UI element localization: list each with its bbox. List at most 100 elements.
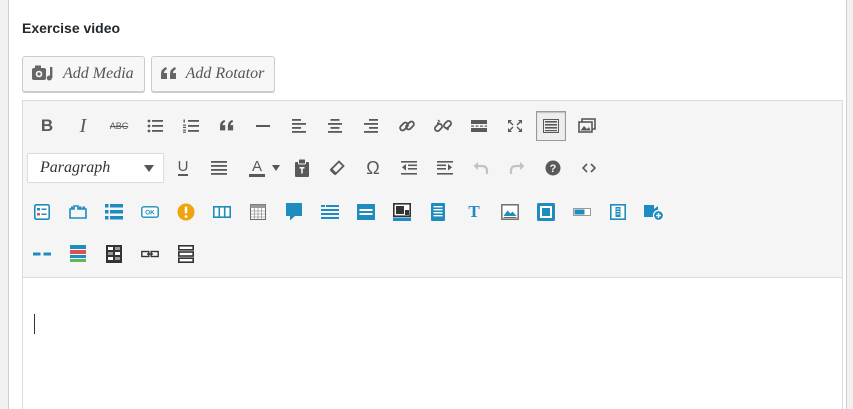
- unlink-icon: [434, 119, 452, 132]
- shortcode-columns-button[interactable]: [207, 197, 237, 227]
- shortcode-bar-icon: [357, 204, 375, 220]
- shortcode-rows-button[interactable]: [171, 239, 201, 269]
- shortcode-media-icon: [393, 203, 411, 221]
- outdent-button[interactable]: [394, 153, 424, 183]
- clear-formatting-button[interactable]: [322, 153, 352, 183]
- link-icon: [399, 120, 415, 132]
- italic-icon: I: [79, 114, 87, 137]
- blockquote-button[interactable]: [212, 111, 242, 141]
- editor-content-area[interactable]: [23, 278, 842, 409]
- text-color-icon: A: [248, 159, 265, 177]
- toolbar-row-3: OK T: [23, 197, 843, 227]
- special-character-icon: Ω: [366, 157, 380, 178]
- horizontal-rule-button[interactable]: [248, 111, 278, 141]
- justify-button[interactable]: [204, 153, 234, 183]
- chevron-down-icon: [272, 165, 280, 171]
- shortcode-list-icon: [105, 204, 123, 220]
- shortcode-document-button[interactable]: [423, 197, 453, 227]
- shortcode-frame-button[interactable]: [531, 197, 561, 227]
- shortcode-alert-button[interactable]: [171, 197, 201, 227]
- help-icon: ?: [545, 160, 561, 176]
- shortcode-button-icon: OK: [141, 206, 159, 218]
- paste-text-button[interactable]: [287, 153, 317, 183]
- shortcode-menu-button[interactable]: [315, 197, 345, 227]
- shortcode-columns-icon: [213, 206, 231, 218]
- shortcode-divider-icon: [33, 252, 51, 256]
- align-left-button[interactable]: [284, 111, 314, 141]
- numbered-list-button[interactable]: [176, 111, 206, 141]
- shortcode-stack-button[interactable]: [63, 239, 93, 269]
- bold-button[interactable]: B: [32, 111, 62, 141]
- text-cursor: [34, 314, 35, 334]
- shortcode-callout-button[interactable]: [279, 197, 309, 227]
- shortcode-list-button[interactable]: [99, 197, 129, 227]
- underline-button[interactable]: U: [168, 153, 198, 183]
- align-right-button[interactable]: [356, 111, 386, 141]
- shortcode-table-icon: [250, 204, 266, 220]
- shortcode-grid-button[interactable]: [99, 239, 129, 269]
- shortcode-typography-icon: T: [468, 202, 480, 221]
- fullscreen-button[interactable]: [500, 111, 530, 141]
- clear-formatting-icon: [329, 160, 345, 176]
- shortcode-menu-icon: [321, 205, 339, 219]
- bold-icon: B: [40, 116, 54, 135]
- unlink-button[interactable]: [428, 111, 458, 141]
- format-select[interactable]: Paragraph: [27, 153, 164, 183]
- toolbar-row-4: [23, 239, 843, 269]
- numbered-list-icon: [183, 119, 199, 133]
- shortcode-column-button[interactable]: [603, 197, 633, 227]
- svg-text:OK: OK: [145, 210, 155, 217]
- shortcode-stack-icon: [70, 245, 86, 262]
- outdent-icon: [401, 161, 417, 175]
- shortcode-link-button[interactable]: [135, 239, 165, 269]
- align-left-icon: [292, 119, 306, 133]
- redo-button[interactable]: [502, 153, 532, 183]
- read-more-button[interactable]: [464, 111, 494, 141]
- align-center-button[interactable]: [320, 111, 350, 141]
- shortcode-column-icon: [610, 204, 626, 220]
- toolbar-toggle-button[interactable]: [536, 111, 566, 141]
- bullet-list-button[interactable]: [140, 111, 170, 141]
- help-button[interactable]: ?: [538, 153, 568, 183]
- shortcode-rows-icon: [178, 245, 194, 263]
- shortcode-tab-button[interactable]: [63, 197, 93, 227]
- shortcode-table-button[interactable]: [243, 197, 273, 227]
- shortcode-image-icon: [501, 204, 519, 220]
- shortcode-typography-button[interactable]: T: [459, 197, 489, 227]
- shortcode-progress-icon: [573, 208, 591, 216]
- text-color-dropdown[interactable]: [267, 153, 285, 183]
- strikethrough-icon: ABC: [109, 121, 129, 131]
- add-rotator-label: Add Rotator: [185, 65, 265, 82]
- undo-icon: [473, 162, 489, 174]
- gallery-button[interactable]: [572, 111, 602, 141]
- shortcode-progress-button[interactable]: [567, 197, 597, 227]
- shortcode-grid-icon: [106, 245, 122, 263]
- blockquote-icon: [220, 119, 234, 131]
- shortcode-video-add-button[interactable]: [639, 197, 669, 227]
- shortcode-divider-button[interactable]: [27, 239, 57, 269]
- indent-icon: [437, 161, 453, 175]
- shortcode-image-button[interactable]: [495, 197, 525, 227]
- shortcode-media-button[interactable]: [387, 197, 417, 227]
- redo-icon: [509, 162, 525, 174]
- format-select-value: Paragraph: [40, 159, 111, 176]
- underline-icon: U: [177, 158, 189, 176]
- shortcode-form-button[interactable]: [27, 197, 57, 227]
- code-button[interactable]: [574, 153, 604, 183]
- chevron-down-icon: [144, 164, 154, 172]
- undo-button[interactable]: [466, 153, 496, 183]
- shortcode-button-button[interactable]: OK: [135, 197, 165, 227]
- strikethrough-button[interactable]: ABC: [104, 111, 134, 141]
- add-rotator-button[interactable]: Add Rotator: [150, 56, 276, 92]
- italic-button[interactable]: I: [68, 111, 98, 141]
- shortcode-frame-icon: [537, 203, 555, 221]
- special-character-button[interactable]: Ω: [358, 153, 388, 183]
- panel-title: Exercise video: [22, 20, 121, 36]
- editor-toolbar: B I ABC Paragraph U A Ω ? OK T: [23, 101, 842, 278]
- link-button[interactable]: [392, 111, 422, 141]
- horizontal-rule-icon: [256, 125, 270, 127]
- add-media-button[interactable]: Add Media: [22, 56, 145, 92]
- indent-button[interactable]: [430, 153, 460, 183]
- read-more-icon: [471, 120, 487, 132]
- shortcode-bar-button[interactable]: [351, 197, 381, 227]
